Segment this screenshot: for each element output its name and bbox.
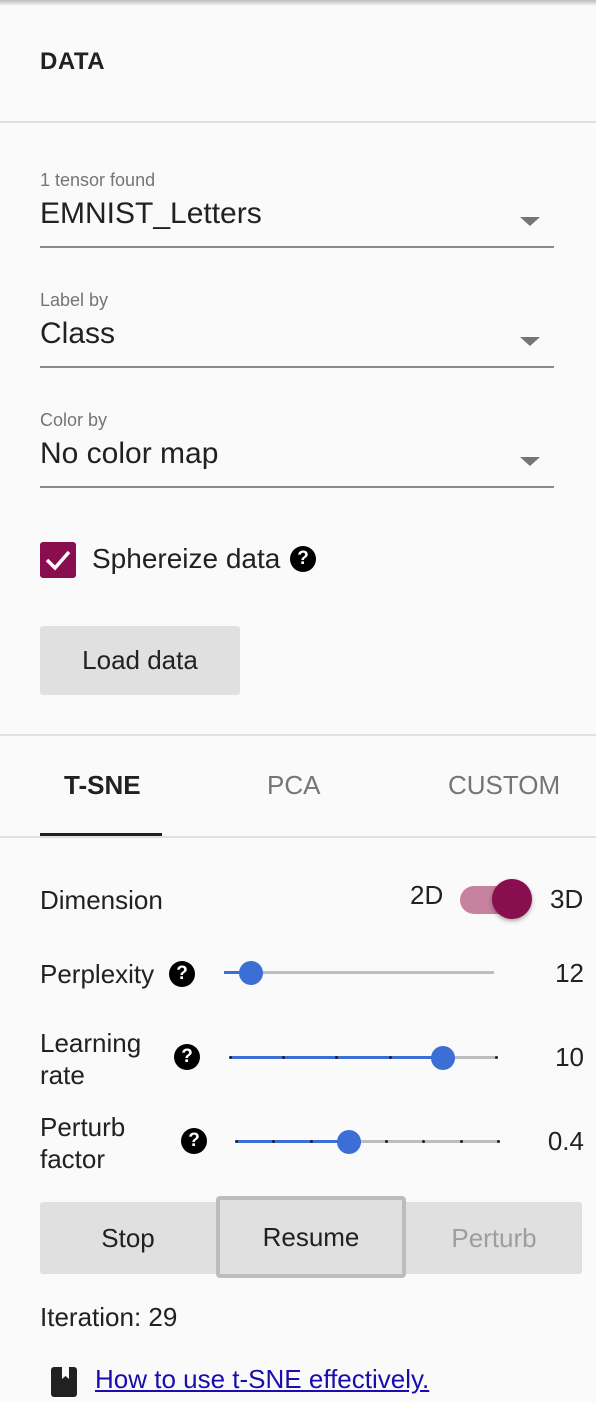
color-by-value: No color map bbox=[40, 437, 219, 470]
stop-button[interactable]: Stop bbox=[40, 1202, 216, 1274]
perturb-factor-value: 0.4 bbox=[547, 1126, 584, 1156]
toggle-knob bbox=[492, 879, 532, 919]
load-data-button[interactable]: Load data bbox=[40, 626, 240, 695]
perplexity-label: Perplexity bbox=[40, 959, 155, 989]
dimension-toggle[interactable] bbox=[460, 879, 532, 919]
perplexity-slider-knob[interactable] bbox=[239, 961, 263, 985]
label-by-select[interactable]: Label by Class bbox=[40, 290, 554, 368]
slider-tick bbox=[384, 1140, 388, 1143]
perturb-factor-slider-knob[interactable] bbox=[336, 1130, 361, 1154]
learning-rate-value: 10 bbox=[555, 1042, 584, 1072]
dimension-2d-label: 2D bbox=[410, 880, 444, 910]
checkmark-icon bbox=[45, 550, 71, 571]
slider-tick bbox=[495, 1056, 498, 1059]
resume-button[interactable]: Resume bbox=[216, 1196, 406, 1278]
tab-pca[interactable]: PCA bbox=[267, 770, 320, 801]
perturb-factor-label-line2: factor bbox=[40, 1144, 106, 1174]
perplexity-slider[interactable] bbox=[224, 971, 494, 974]
color-by-label: Color by bbox=[40, 410, 108, 430]
slider-tick bbox=[459, 1140, 463, 1143]
tabs-divider bbox=[0, 836, 596, 838]
learning-rate-label: Learning rate bbox=[40, 1027, 141, 1091]
learning-rate-label-line1: Learning bbox=[40, 1028, 142, 1058]
tensor-select-value: EMNIST_Letters bbox=[40, 197, 262, 230]
help-icon[interactable]: ? bbox=[290, 546, 316, 572]
help-icon[interactable]: ? bbox=[169, 961, 195, 987]
tensor-select[interactable]: 1 tensor found EMNIST_Letters bbox=[40, 170, 554, 248]
book-icon bbox=[51, 1367, 77, 1397]
chevron-down-icon bbox=[520, 457, 540, 466]
chevron-down-icon bbox=[520, 217, 540, 226]
chevron-down-icon bbox=[520, 337, 540, 346]
label-by-value: Class bbox=[40, 317, 116, 350]
perturb-factor-slider-fill bbox=[236, 1140, 349, 1143]
slider-tick bbox=[388, 1056, 392, 1059]
perturb-factor-label: Perturb factor bbox=[40, 1111, 125, 1175]
slider-tick bbox=[235, 1140, 238, 1143]
tensor-select-label: 1 tensor found bbox=[40, 170, 156, 190]
dimension-label: Dimension bbox=[40, 885, 163, 915]
dimension-3d-label: 3D bbox=[550, 884, 584, 914]
tab-tsne[interactable]: T-SNE bbox=[64, 770, 141, 801]
learning-rate-slider-knob[interactable] bbox=[430, 1046, 455, 1070]
help-icon[interactable]: ? bbox=[174, 1044, 200, 1070]
iteration-counter: Iteration: 29 bbox=[40, 1302, 178, 1332]
spherize-checkbox[interactable] bbox=[40, 542, 76, 578]
slider-tick bbox=[309, 1140, 313, 1143]
slider-tick bbox=[229, 1056, 232, 1059]
label-by-label: Label by bbox=[40, 290, 109, 310]
perplexity-value: 12 bbox=[555, 958, 584, 988]
data-panel-header: DATA bbox=[0, 0, 596, 123]
tab-custom[interactable]: CUSTOM bbox=[448, 770, 560, 801]
panel-title: DATA bbox=[40, 48, 106, 75]
tsne-help-link[interactable]: How to use t-SNE effectively. bbox=[95, 1364, 429, 1395]
help-icon[interactable]: ? bbox=[181, 1128, 207, 1154]
section-divider bbox=[0, 734, 596, 736]
color-by-select[interactable]: Color by No color map bbox=[40, 410, 554, 488]
learning-rate-label-line2: rate bbox=[40, 1060, 85, 1090]
perturb-factor-label-line1: Perturb bbox=[40, 1112, 126, 1142]
perturb-button[interactable]: Perturb bbox=[406, 1202, 582, 1274]
spherize-label: Sphereize data bbox=[92, 543, 281, 574]
